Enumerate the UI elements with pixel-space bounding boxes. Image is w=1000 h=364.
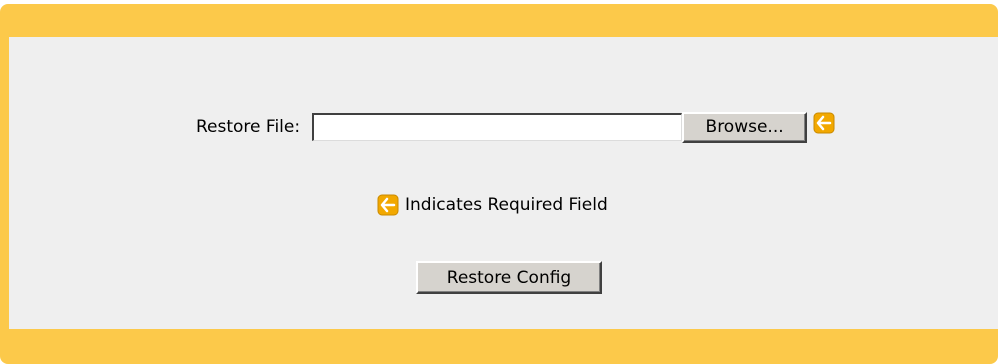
restore-config-panel	[0, 4, 998, 364]
required-legend: Indicates Required Field	[377, 191, 608, 219]
restore-config-button[interactable]: Restore Config	[416, 261, 602, 294]
restore-file-row: Restore File: Browse...	[196, 110, 835, 144]
required-field-arrow-icon	[813, 112, 835, 134]
restore-file-label: Restore File:	[196, 117, 301, 137]
required-legend-text: Indicates Required Field	[405, 195, 608, 215]
required-field-arrow-icon	[377, 194, 399, 216]
browse-button[interactable]: Browse...	[682, 111, 808, 143]
restore-file-input[interactable]	[312, 113, 683, 141]
